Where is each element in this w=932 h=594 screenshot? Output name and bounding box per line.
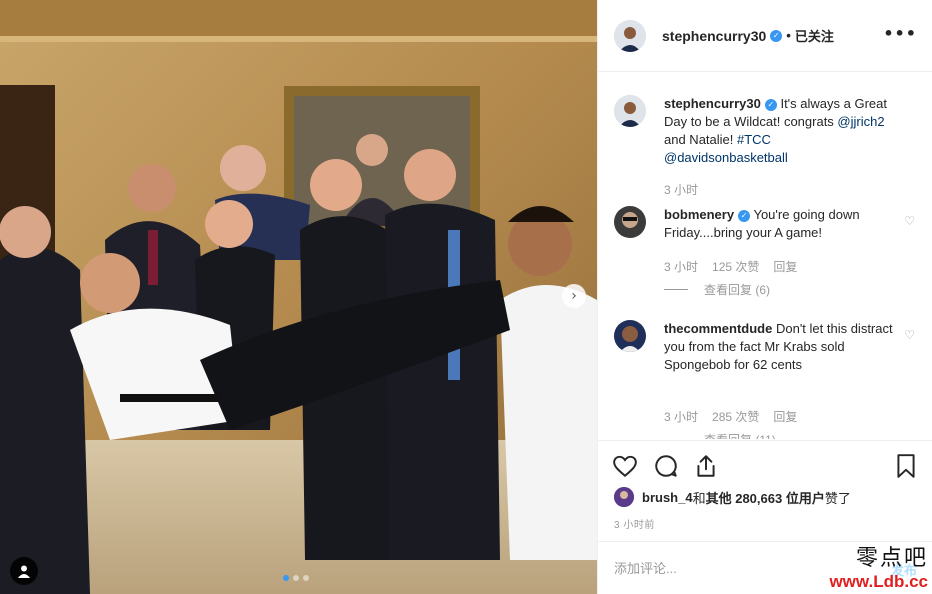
carousel-indicator [283, 575, 309, 581]
post-timestamp[interactable]: 3 小时前 [614, 516, 655, 531]
avatar-image [614, 487, 634, 507]
comment-username[interactable]: bobmenery [664, 207, 734, 222]
comment-text: bobmenery ✓ You're going down Friday....b… [664, 206, 904, 242]
comment-item: bobmenery ✓ You're going down Friday....b… [614, 206, 919, 306]
likes-action: 赞了 [824, 490, 851, 506]
header-username[interactable]: stephencurry30 [662, 28, 766, 44]
follow-status-button[interactable]: 已关注 [795, 26, 834, 45]
likes-joiner: 和 [692, 490, 706, 506]
post-photo[interactable]: › [0, 0, 597, 594]
post-modal: › stephencurry30 ✓ • 已关注 ••• stephencurr… [0, 0, 932, 594]
caption-text: stephencurry30 ✓ It's always a Great Day … [664, 95, 904, 167]
comment-likes[interactable]: 285 次赞 [712, 408, 759, 425]
verified-badge-icon: ✓ [770, 29, 783, 42]
verified-badge-icon: ✓ [764, 98, 777, 111]
reply-button[interactable]: 回复 [773, 408, 797, 425]
likes-others-link[interactable]: 其他 280,663 位用户 [706, 488, 825, 507]
view-replies-button[interactable]: 查看回复 (6) [664, 281, 770, 298]
caption-time[interactable]: 3 小时 [664, 181, 698, 198]
view-replies-label: 查看回复 (6) [704, 283, 771, 297]
avatar-image [614, 19, 646, 52]
comment-meta: 3 小时 125 次赞 回复 [664, 258, 797, 275]
heart-icon[interactable] [612, 453, 638, 479]
comment-likes[interactable]: 125 次赞 [712, 258, 759, 275]
reply-button[interactable]: 回复 [773, 258, 797, 275]
comment-username[interactable]: thecommentdude [664, 321, 772, 336]
avatar-image [614, 206, 646, 238]
more-options-icon[interactable]: ••• [883, 24, 917, 43]
carousel-dot [303, 575, 309, 581]
comment-text: thecommentdude Don't let this distract y… [664, 320, 904, 374]
watermark-chinese: 零点吧 [855, 546, 928, 571]
avatar-image [614, 95, 646, 127]
avatar-image [614, 320, 646, 352]
separator-dot: • [786, 28, 791, 43]
user-tag-button[interactable] [10, 557, 38, 585]
comment-like-heart-icon[interactable]: ♡ [904, 214, 915, 228]
liker-avatar[interactable] [614, 487, 634, 507]
watermark: 零点吧 www.Ldb.cc [808, 540, 928, 592]
comment-like-heart-icon[interactable]: ♡ [904, 328, 915, 342]
verified-badge-icon: ✓ [738, 209, 751, 222]
divider-line [664, 289, 688, 290]
carousel-dot [283, 575, 289, 581]
mention-link[interactable]: @jjrich2 [837, 114, 884, 129]
caption-meta: 3 小时 [664, 181, 698, 198]
hashtag-link[interactable]: #TCC [737, 132, 771, 147]
comment-input[interactable] [614, 560, 814, 576]
comment-icon[interactable] [653, 453, 679, 479]
likes-suffix: 位用户 [782, 490, 825, 506]
view-replies-label: 查看回复 (11) [704, 431, 776, 439]
likes-summary: brush_4 和 其他 280,663 位用户 赞了 [614, 487, 851, 507]
avatar[interactable] [614, 95, 646, 127]
caption-username[interactable]: stephencurry30 [664, 96, 761, 111]
comment-meta: 3 小时 285 次赞 回复 [664, 408, 797, 425]
caption: stephencurry30 ✓ It's always a Great Day … [614, 95, 919, 205]
liker-username[interactable]: brush_4 [642, 490, 693, 505]
comment-time[interactable]: 3 小时 [664, 408, 698, 425]
avatar[interactable] [614, 206, 646, 238]
view-replies-button[interactable]: 查看回复 (11) [664, 431, 776, 439]
avatar[interactable] [614, 320, 646, 352]
comments-list: stephencurry30 ✓ It's always a Great Day … [598, 73, 932, 439]
post-sidebar: stephencurry30 ✓ • 已关注 ••• stephencurry3… [597, 0, 932, 594]
likes-others-prefix: 其他 [705, 490, 736, 506]
watermark-url: www.Ldb.cc [829, 572, 928, 591]
likes-count: 280,663 [735, 490, 783, 506]
carousel-dot [293, 575, 299, 581]
mention-link[interactable]: @davidsonbasketball [664, 150, 788, 165]
share-icon[interactable] [693, 453, 719, 479]
user-tag-icon [18, 565, 30, 578]
photo-illustration [0, 0, 597, 594]
bookmark-icon[interactable] [893, 453, 919, 479]
caption-text-part: and Natalie! [664, 132, 737, 147]
chevron-right-icon: › [571, 288, 577, 304]
comment-item: thecommentdude Don't let this distract y… [614, 320, 919, 439]
carousel-next-button[interactable]: › [562, 284, 586, 308]
comment-time[interactable]: 3 小时 [664, 258, 698, 275]
avatar[interactable] [614, 19, 646, 52]
post-header: stephencurry30 ✓ • 已关注 ••• [598, 0, 932, 72]
